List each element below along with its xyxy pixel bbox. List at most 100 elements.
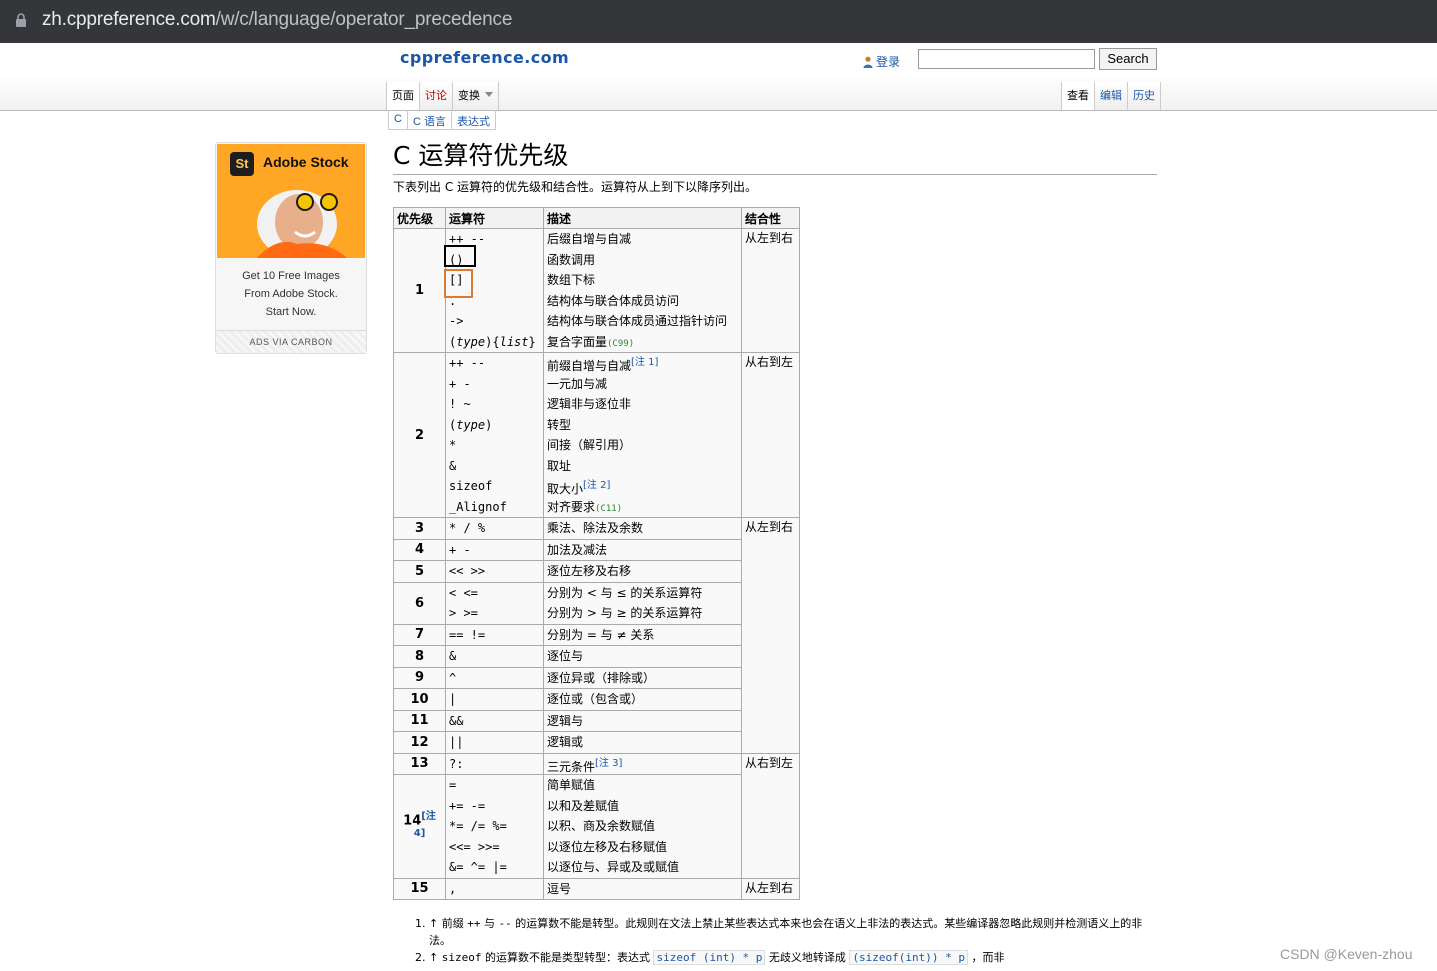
version-badge[interactable]: (C99) xyxy=(607,339,634,349)
operator: < <= xyxy=(449,585,478,600)
precedence-cell: 1 xyxy=(393,228,446,353)
description-cell: 逗号 xyxy=(543,877,742,900)
operator: || xyxy=(449,735,464,749)
description-cell: 逐位异或（排除或） xyxy=(543,666,742,689)
description-cell: 加法及减法 xyxy=(543,538,742,561)
associativity-cell: 从右到左 xyxy=(741,352,800,518)
operator: ++ -- xyxy=(449,356,486,370)
description: 结构体与联合体成员通过指针访问 xyxy=(547,314,728,328)
description-cell: 分别为 = 与 ≠ 关系 xyxy=(543,623,742,646)
ad-brand: Adobe Stock xyxy=(263,154,349,170)
breadcrumb: C C 语言 表达式 xyxy=(388,110,496,130)
ad-text[interactable]: Get 10 Free Images From Adobe Stock. Sta… xyxy=(216,267,366,321)
ad-image[interactable]: St Adobe Stock xyxy=(217,144,365,258)
tab-variants[interactable]: 变换 xyxy=(453,82,499,110)
description: 分别为 > 与 ≥ 的关系运算符 xyxy=(547,606,703,620)
chevron-down-icon xyxy=(485,92,493,97)
operator: > >= xyxy=(449,606,478,620)
table-row: 12 || 逻辑或 xyxy=(393,731,800,754)
footnote-code: (sizeof(int)) * p xyxy=(849,950,969,965)
login-link[interactable]: 登录 xyxy=(863,53,900,70)
table-header-row: 优先级 运算符 描述 结合性 xyxy=(393,207,800,229)
description: 逐位或（包含或） xyxy=(547,692,644,706)
operator: ^ xyxy=(449,670,457,685)
table-row: 3 * / % 乘法、除法及余数 从左到右 xyxy=(393,517,800,754)
operator-cell: * / % xyxy=(445,517,544,540)
operator: (type) xyxy=(449,415,540,436)
version-badge[interactable]: (C11) xyxy=(595,504,622,514)
description: 间接（解引用） xyxy=(547,438,632,452)
operator-cell: || xyxy=(445,731,544,754)
associativity-cell: 从左到右 xyxy=(741,517,800,754)
breadcrumb-expressions[interactable]: 表达式 xyxy=(450,110,496,130)
tab-discussion[interactable]: 讨论 xyxy=(420,82,453,110)
tab-variants-label: 变换 xyxy=(458,90,480,102)
table-row: 8 & 逐位与 xyxy=(393,645,800,668)
table-row: 6 < <= > >= 分别为 < 与 ≤ 的关系运算符 分别为 > 与 ≥ 的… xyxy=(393,581,800,625)
footnote-code: sizeof xyxy=(441,951,482,964)
site-logo[interactable]: cppreference.com xyxy=(400,48,569,67)
carbon-ad[interactable]: St Adobe Stock Get 10 Free Images From A… xyxy=(215,142,367,354)
note-link[interactable]: [注 2] xyxy=(583,480,610,491)
table-row: 14[注 4] = += -= *= /= %= <<= >>= &= ^= |… xyxy=(393,774,800,879)
url-field[interactable]: zh.cppreference.com/w/c/language/operato… xyxy=(42,9,512,31)
description: 分别为 < 与 ≤ 的关系运算符 xyxy=(547,585,703,600)
description-cell: 逻辑或 xyxy=(543,731,742,754)
note-link[interactable]: [注 1] xyxy=(631,357,658,368)
description: 以逐位左移及右移赋值 xyxy=(547,839,668,854)
precedence-cell: 2 xyxy=(393,352,446,518)
operator-cell: < <= > >= xyxy=(445,581,544,625)
search-button[interactable]: Search xyxy=(1099,48,1157,70)
description-cell: 后缀自增与自减 函数调用 数组下标 结构体与联合体成员访问 结构体与联合体成员通… xyxy=(543,228,742,353)
footnote-code: ++ xyxy=(467,917,481,930)
precedence-cell: 9 xyxy=(393,666,446,689)
operator-cell: << >> xyxy=(445,560,544,583)
precedence-table: 优先级 运算符 描述 结合性 1 ++ -- () [] . -> (type)… xyxy=(393,207,800,900)
tab-edit[interactable]: 编辑 xyxy=(1095,82,1128,110)
operator: <<= >>= xyxy=(449,839,500,854)
operator: + - xyxy=(449,542,471,557)
description: 函数调用 xyxy=(547,252,596,267)
breadcrumb-c-language[interactable]: C 语言 xyxy=(406,110,451,130)
tab-page[interactable]: 页面 xyxy=(387,82,420,110)
description: 以积、商及余数赋值 xyxy=(547,819,656,833)
precedence-cell: 5 xyxy=(393,560,446,583)
table-row: 2 ++ -- + - ! ~ (type) * & sizeof _Align… xyxy=(393,352,800,518)
associativity-cell: 从右到左 xyxy=(741,752,800,879)
description: 逻辑与 xyxy=(547,713,584,728)
precedence-cell: 7 xyxy=(393,623,446,646)
breadcrumb-c[interactable]: C xyxy=(388,110,407,130)
ad-line: Start Now. xyxy=(265,306,317,318)
ad-via-link[interactable]: ADS VIA CARBON xyxy=(216,330,366,353)
browser-address-bar: zh.cppreference.com/w/c/language/operato… xyxy=(0,0,1437,43)
precedence-cell: 3 xyxy=(393,517,446,540)
search-input[interactable] xyxy=(918,49,1095,69)
highlight-box-subscript xyxy=(444,269,473,298)
description: 乘法、除法及余数 xyxy=(547,521,644,535)
description-text: 复合字面量 xyxy=(547,334,608,349)
operator-part: list xyxy=(499,334,529,349)
precedence-cell: 15 xyxy=(393,877,446,900)
tab-view[interactable]: 查看 xyxy=(1062,82,1095,110)
description-cell: 三元条件[注 3] xyxy=(543,752,742,775)
lock-icon xyxy=(16,13,26,27)
description-cell: 逐位左移及右移 xyxy=(543,560,742,583)
table-row: 15 , 逗号 从左到右 xyxy=(393,877,800,900)
operator-cell: == != xyxy=(445,623,544,646)
operator: & xyxy=(449,458,457,473)
description: 逐位左移及右移 xyxy=(547,564,632,578)
nav-band xyxy=(0,74,1437,111)
operator: + - xyxy=(449,376,471,391)
operator: += -= xyxy=(449,798,486,813)
tab-history[interactable]: 历史 xyxy=(1128,82,1161,110)
operator: && xyxy=(449,713,464,728)
description: 前缀自增与自减[注 1] xyxy=(547,353,738,374)
footnote-text: 的运算数不能是类型转型：表达式 xyxy=(481,951,654,964)
page-tabs: 页面 讨论 变换 xyxy=(386,82,499,110)
url-path: /w/c/language/operator_precedence xyxy=(215,9,513,30)
description: 复合字面量(C99) xyxy=(547,332,738,353)
description: 以和及差赋值 xyxy=(547,798,620,813)
note-link[interactable]: [注 3] xyxy=(595,758,622,769)
col-header-description: 描述 xyxy=(543,207,742,229)
table-row: 13 ?: 三元条件[注 3] 从右到左 xyxy=(393,752,800,879)
